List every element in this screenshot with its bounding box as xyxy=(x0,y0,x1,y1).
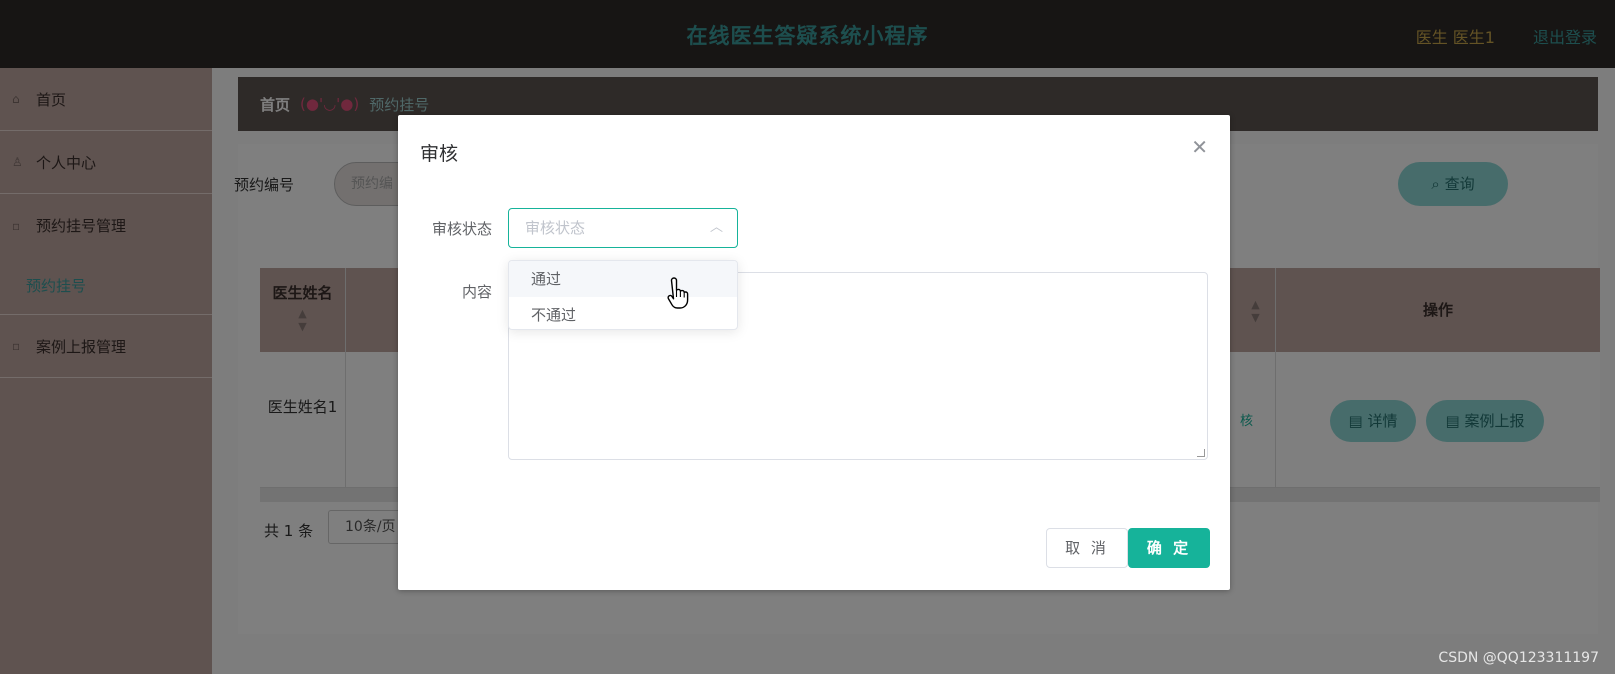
chevron-up-icon: ︿ xyxy=(709,220,723,235)
content-label: 内容 xyxy=(461,283,492,301)
review-status-placeholder: 审核状态 xyxy=(525,219,586,237)
option-fail[interactable]: 不通过 xyxy=(509,297,737,329)
review-status-dropdown: 通过 不通过 xyxy=(508,260,738,330)
confirm-button[interactable]: 确 定 xyxy=(1128,528,1210,568)
cancel-button[interactable]: 取 消 xyxy=(1046,528,1128,568)
review-status-select[interactable]: 审核状态 ︿ xyxy=(508,208,738,248)
resize-handle-icon[interactable] xyxy=(1197,449,1205,457)
hand-pointer-icon xyxy=(667,277,689,309)
watermark: CSDN @QQ123311197 xyxy=(1438,650,1599,666)
review-status-label: 审核状态 xyxy=(431,220,492,238)
review-dialog: 审核 ✕ 审核状态 审核状态 ︿ 内容 通过 不通过 取 消 确 定 xyxy=(398,115,1230,590)
close-icon[interactable]: ✕ xyxy=(1191,135,1208,159)
dialog-title: 审核 xyxy=(420,143,459,165)
option-pass[interactable]: 通过 xyxy=(509,261,737,297)
